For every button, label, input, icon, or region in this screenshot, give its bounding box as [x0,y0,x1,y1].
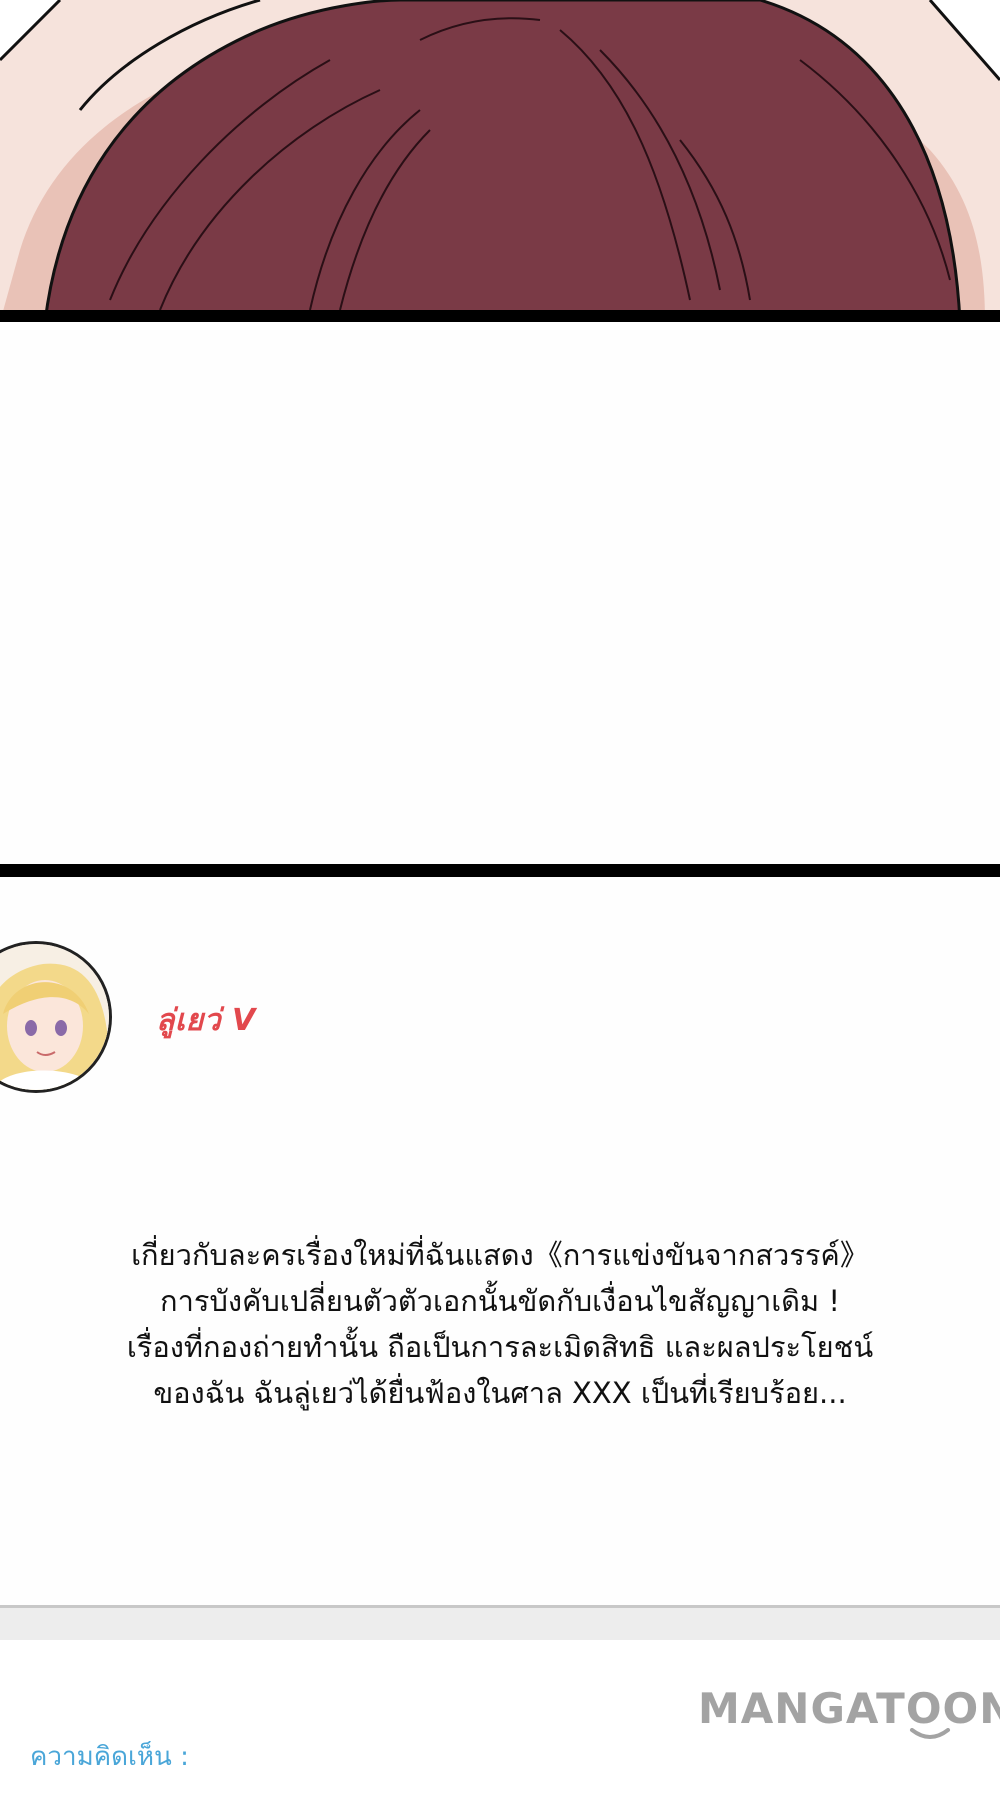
author-avatar [0,941,112,1093]
post-line: เรื่องที่กองถ่ายทำนั้น ถือเป็นการละเมิดส… [126,1330,874,1364]
panel-border [0,310,1000,322]
manga-page: ลู่เยว่ V เกี่ยวกับละครเรื่องใหม่ที่ฉันแ… [0,0,1000,1800]
post-body: เกี่ยวกับละครเรื่องใหม่ที่ฉันแสดง《การแข่… [40,1232,960,1416]
avatar-portrait [0,944,109,1090]
comments-label: ความคิดเห็น : [30,1742,189,1772]
hair-illustration [0,0,1000,322]
separator-strip [0,1608,1000,1640]
mangatoon-watermark: MANGATOON [698,1684,1000,1739]
social-post-panel: ลู่เยว่ V เกี่ยวกับละครเรื่องใหม่ที่ฉันแ… [0,877,1000,1605]
watermark-text: MANGATOON [698,1684,1000,1733]
smile-icon [910,1728,950,1739]
post-line: การบังคับเปลี่ยนตัวตัวเอกนั้นขัดกับเงื่อ… [160,1284,840,1318]
author-name: ลู่เยว่ V [156,1003,256,1038]
post-line: ของฉัน ฉันลู่เยว่ได้ยื่นฟ้องในศาล XXX เป… [153,1376,847,1410]
hair-closeup-panel [0,0,1000,322]
post-line: เกี่ยวกับละครเรื่องใหม่ที่ฉันแสดง《การแข่… [131,1238,869,1272]
blank-panel [0,330,1000,864]
panel-border [0,864,1000,877]
